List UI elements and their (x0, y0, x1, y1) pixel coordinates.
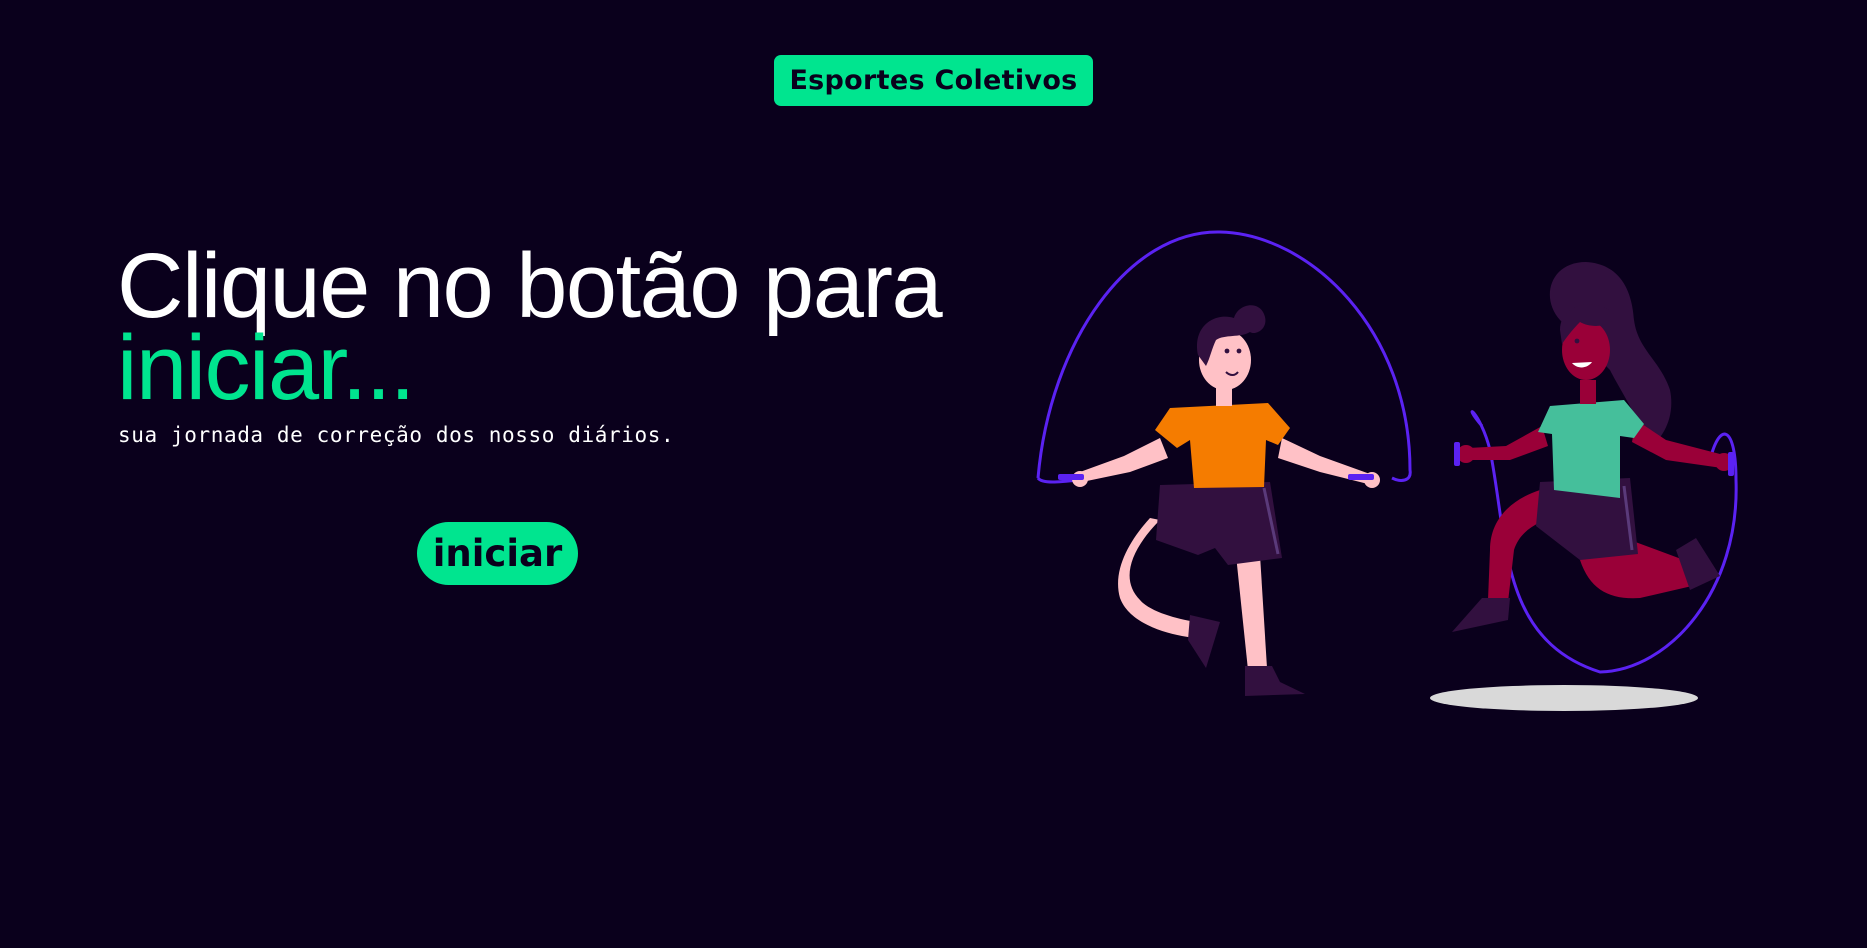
ground-shadow (1430, 685, 1698, 711)
boy-figure (1036, 230, 1412, 696)
girl-figure (1452, 262, 1738, 674)
title-line-2: iniciar... (117, 317, 415, 419)
page-title: Clique no botão para iniciar... (117, 240, 943, 414)
page-subtitle: sua jornada de correção dos nosso diário… (118, 423, 675, 447)
category-badge: Esportes Coletivos (774, 55, 1093, 106)
page: Esportes Coletivos Clique no botão para … (0, 0, 1867, 948)
start-button[interactable]: iniciar (417, 522, 578, 585)
jump-rope-illustration (1036, 230, 1738, 711)
